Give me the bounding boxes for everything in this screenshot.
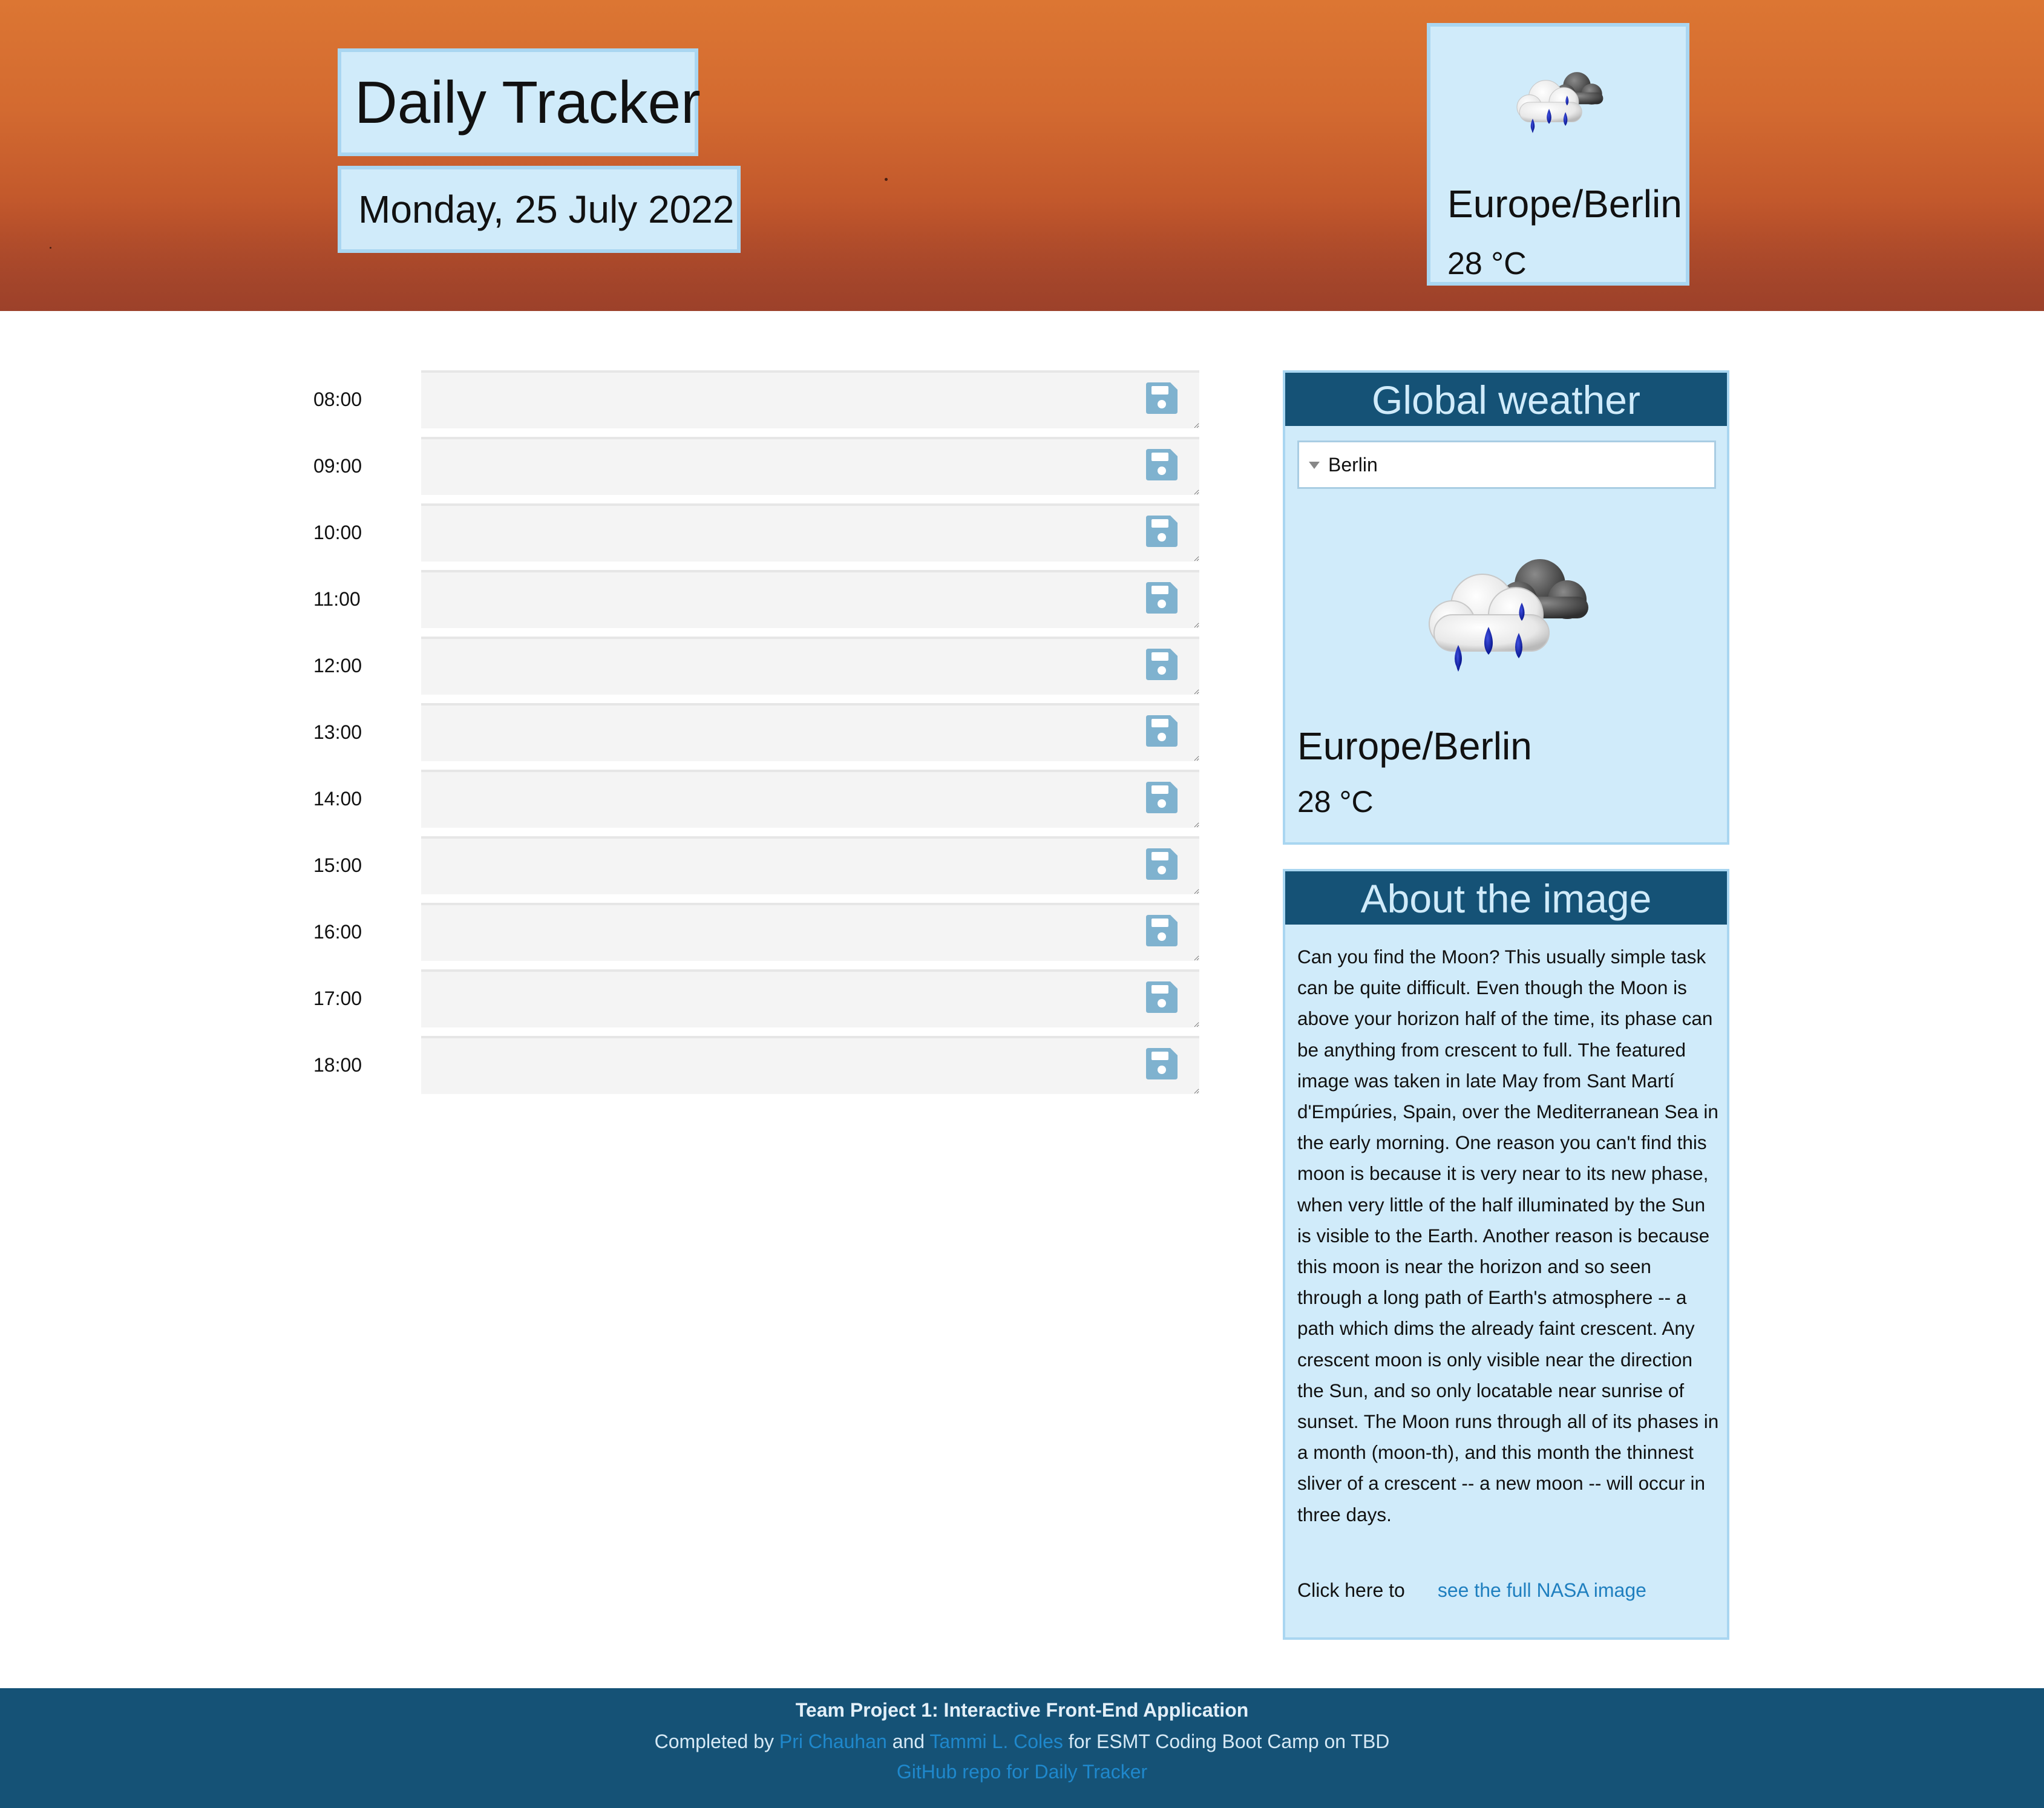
hour-entry-input[interactable] (421, 503, 1199, 562)
floppy-disk-icon (1146, 915, 1178, 946)
floppy-disk-icon (1146, 382, 1178, 414)
save-button[interactable] (1144, 979, 1180, 1015)
hour-label: 09:00 (313, 455, 362, 477)
time-block-row: 13:00 (313, 703, 1199, 764)
floppy-disk-icon (1146, 582, 1178, 614)
weather-city: Europe/Berlin (1447, 182, 1682, 226)
hour-entry-input[interactable] (421, 637, 1199, 695)
time-block-row: 14:00 (313, 770, 1199, 830)
floppy-disk-icon (1146, 782, 1178, 813)
caret-down-icon (1309, 462, 1320, 469)
banner-haze (0, 200, 2044, 311)
save-button[interactable] (1144, 513, 1180, 549)
global-weather-city: Europe/Berlin (1297, 724, 1532, 768)
hour-entry-input[interactable] (421, 370, 1199, 428)
floppy-disk-icon (1146, 848, 1178, 880)
hour-label: 16:00 (313, 921, 362, 943)
hour-entry-input[interactable] (421, 703, 1199, 761)
floppy-disk-icon (1146, 649, 1178, 680)
hour-label: 18:00 (313, 1054, 362, 1076)
about-image-card: About the image Can you find the Moon? T… (1283, 869, 1729, 1640)
footer-completed-by: Completed by (654, 1731, 775, 1752)
city-select-value: Berlin (1328, 454, 1378, 476)
header-banner: Daily Tracker Monday, 25 July 2022 Europ… (0, 0, 2044, 311)
footer-repo: GitHub repo for Daily Tracker (0, 1761, 2044, 1783)
city-select[interactable]: Berlin (1297, 441, 1716, 489)
floppy-disk-icon (1146, 449, 1178, 480)
time-block-row: 18:00 (313, 1036, 1199, 1096)
global-weather-card: Global weather Berlin Europe/Berlin 28 °… (1283, 370, 1729, 845)
author-link-tammi[interactable]: Tammi L. Coles (929, 1731, 1063, 1752)
save-button[interactable] (1144, 713, 1180, 749)
hour-entry-input[interactable] (421, 770, 1199, 828)
time-block-row: 09:00 (313, 437, 1199, 497)
floppy-disk-icon (1146, 1048, 1178, 1079)
hour-entry-input[interactable] (421, 836, 1199, 894)
time-block-row: 08:00 (313, 370, 1199, 431)
hour-label: 11:00 (313, 588, 361, 610)
moon-speck (885, 178, 888, 181)
hour-label: 08:00 (313, 388, 362, 410)
save-button[interactable] (1144, 1046, 1180, 1082)
floppy-disk-icon (1146, 715, 1178, 747)
author-link-pri[interactable]: Pri Chauhan (779, 1731, 887, 1752)
global-weather-temperature: 28 °C (1297, 785, 1374, 819)
floppy-disk-icon (1146, 981, 1178, 1013)
save-button[interactable] (1144, 380, 1180, 416)
time-block-row: 16:00 (313, 903, 1199, 963)
save-button[interactable] (1144, 779, 1180, 816)
hour-entry-input[interactable] (421, 437, 1199, 495)
hour-label: 15:00 (313, 854, 362, 876)
save-button[interactable] (1144, 912, 1180, 949)
hour-label: 13:00 (313, 721, 362, 743)
save-button[interactable] (1144, 846, 1180, 882)
time-block-row: 17:00 (313, 969, 1199, 1030)
about-image-heading: About the image (1285, 871, 1727, 925)
nasa-link-prefix: Click here to (1297, 1579, 1405, 1601)
hour-label: 17:00 (313, 988, 362, 1009)
speck (50, 247, 51, 249)
time-block-row: 10:00 (313, 503, 1199, 564)
footer-and: and (892, 1731, 925, 1752)
floppy-disk-icon (1146, 516, 1178, 547)
global-weather-heading: Global weather (1285, 373, 1727, 426)
rain-cloud-icon (1416, 542, 1603, 687)
save-button[interactable] (1144, 646, 1180, 683)
header-weather-widget: Europe/Berlin 28 °C (1427, 23, 1689, 286)
footer-project-title: Team Project 1: Interactive Front-End Ap… (795, 1699, 1249, 1721)
rain-cloud-icon (1509, 63, 1612, 142)
footer-suffix: for ESMT Coding Boot Camp on TBD (1068, 1731, 1390, 1752)
time-block-row: 11:00 (313, 570, 1199, 631)
time-block-row: 12:00 (313, 637, 1199, 697)
footer-credits: Completed by Pri Chauhan and Tammi L. Co… (0, 1731, 2044, 1753)
hour-entry-input[interactable] (421, 570, 1199, 628)
time-block-row: 15:00 (313, 836, 1199, 897)
hour-label: 14:00 (313, 788, 362, 810)
save-button[interactable] (1144, 447, 1180, 483)
footer: Team Project 1: Interactive Front-End Ap… (0, 1688, 2044, 1808)
save-button[interactable] (1144, 580, 1180, 616)
github-repo-link[interactable]: GitHub repo for Daily Tracker (897, 1761, 1147, 1783)
hour-label: 10:00 (313, 522, 362, 543)
about-image-description: Can you find the Moon? This usually simp… (1297, 946, 1719, 1525)
hour-label: 12:00 (313, 655, 362, 676)
current-date: Monday, 25 July 2022 (338, 166, 741, 253)
weather-temperature: 28 °C (1447, 246, 1527, 281)
hour-entry-input[interactable] (421, 1036, 1199, 1094)
nasa-link-row: Click here to see the full NASA image (1297, 1579, 1646, 1602)
hour-entry-input[interactable] (421, 903, 1199, 961)
nasa-image-link[interactable]: see the full NASA image (1438, 1579, 1646, 1601)
hour-entry-input[interactable] (421, 969, 1199, 1027)
app-title: Daily Tracker (338, 48, 701, 156)
